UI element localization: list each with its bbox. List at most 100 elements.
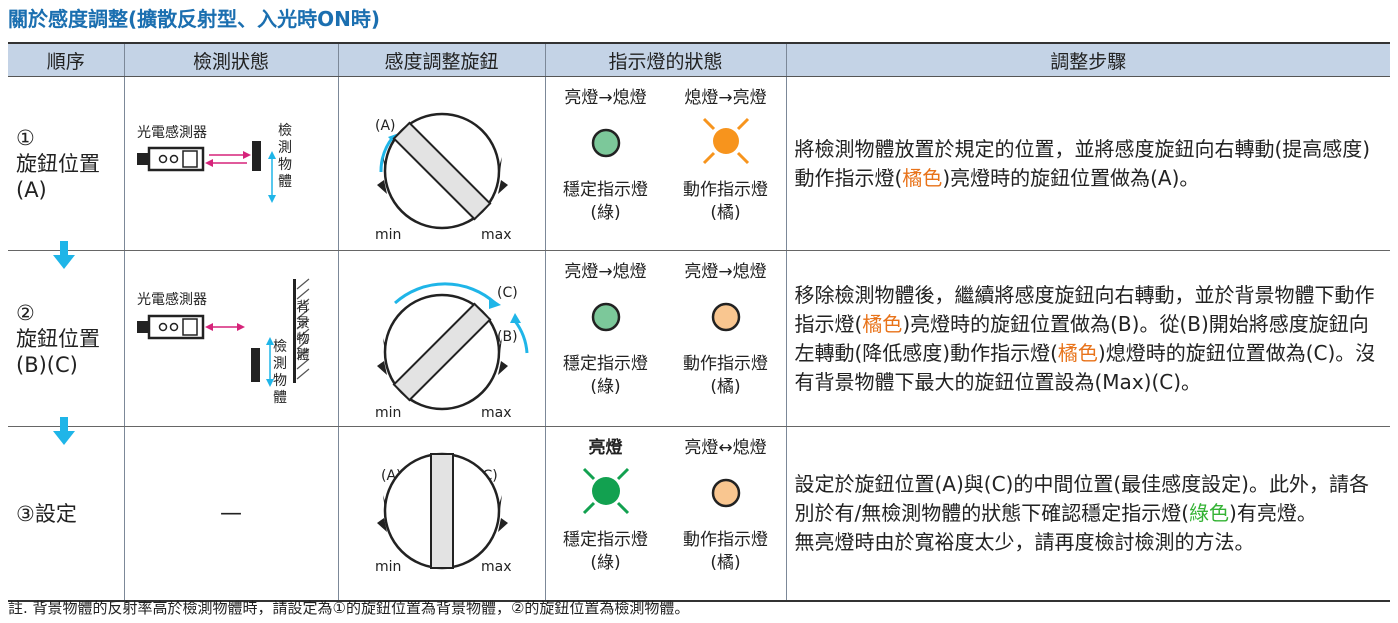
knob-cell: (A) (C) min max bbox=[338, 426, 546, 602]
table-row: ② 旋鈕位置 (B)(C) 光電感測器 檢 測 物 體 背 景 物 體 (C) … bbox=[8, 250, 1390, 445]
header-steps: 調整步驟 bbox=[786, 42, 1390, 77]
action-label: 動作指示燈 bbox=[683, 180, 768, 200]
action-label: 動作指示燈 bbox=[683, 354, 768, 374]
action-indicator: 亮燈↔熄燈 動作指示燈 (橘) bbox=[666, 429, 786, 598]
background-label-char: 背 bbox=[296, 300, 309, 315]
stable-color: (綠) bbox=[590, 553, 621, 573]
stable-transition: 亮燈→熄燈 bbox=[564, 262, 647, 282]
header-knob: 感度調整旋鈕 bbox=[338, 42, 546, 77]
knob-max: max bbox=[481, 227, 512, 243]
stable-color: (綠) bbox=[590, 203, 621, 223]
order-sub: (B)(C) bbox=[16, 352, 78, 377]
sensitivity-knob-a: (A) min max bbox=[375, 112, 512, 243]
footnote: 註. 背景物體的反射率高於檢測物體時，請設定為①的旋鈕位置為背景物體，②的旋鈕位… bbox=[8, 599, 690, 617]
order-label: 旋鈕位置 bbox=[16, 326, 100, 351]
knob-min: min bbox=[375, 405, 401, 421]
object-label-char: 測 bbox=[273, 356, 287, 372]
action-label: 動作指示燈 bbox=[683, 530, 768, 550]
knob-label-a: (A) bbox=[375, 118, 396, 134]
stable-label: 穩定指示燈 bbox=[563, 180, 648, 200]
step-number: ② bbox=[16, 300, 35, 325]
header-detection-state: 檢測狀態 bbox=[124, 42, 339, 77]
action-color: (橘) bbox=[710, 377, 741, 397]
stable-lamp-lit-icon bbox=[582, 467, 629, 515]
detection-state-cell: 光電感測器 檢 測 物 體 bbox=[124, 250, 339, 427]
steps-cell: 將檢測物體放置於規定的位置，並將感度旋鈕向右轉動(提高感度)動作指示燈(橘色)亮… bbox=[786, 76, 1390, 251]
indicator-cell: 亮燈 穩定指示燈 (綠) 亮燈↔熄燈 動作指示燈 (橘) bbox=[545, 426, 787, 602]
down-arrow-icon bbox=[53, 241, 75, 269]
stable-indicator: 亮燈→熄燈 穩定指示燈 (綠) bbox=[546, 79, 666, 248]
steps-text: )亮燈時的旋鈕位置做為(A)。 bbox=[942, 165, 1200, 190]
background-label-char: 體 bbox=[296, 348, 309, 363]
table-row: ① 旋鈕位置 (A) 光電感測器 檢 測 物 體 (A) min max 亮燈→… bbox=[8, 76, 1390, 269]
action-color: (橘) bbox=[710, 553, 741, 573]
object-label-char: 體 bbox=[278, 174, 292, 190]
stable-indicator: 亮燈→熄燈 穩定指示燈 (綠) bbox=[546, 253, 666, 424]
order-label: 旋鈕位置 bbox=[16, 151, 100, 176]
step-number: ① bbox=[16, 125, 35, 150]
stable-lamp-icon bbox=[591, 302, 620, 332]
sensitivity-knob-bc: (C) (B) min max bbox=[375, 282, 528, 421]
object-label-char: 體 bbox=[273, 390, 287, 406]
steps-green: 綠色 bbox=[1189, 501, 1230, 525]
indicator-cell: 亮燈→熄燈 穩定指示燈 (綠) 亮燈→熄燈 動作指示燈 (橘) bbox=[545, 250, 787, 427]
steps-orange: 橘色 bbox=[1057, 340, 1098, 365]
knob-label-b: (B) bbox=[497, 329, 518, 345]
stable-label: 穩定指示燈 bbox=[563, 530, 648, 550]
knob-cell: (C) (B) min max bbox=[338, 250, 546, 427]
order-cell: ② 旋鈕位置 (B)(C) bbox=[8, 250, 125, 445]
action-color: (橘) bbox=[710, 203, 741, 223]
knob-min: min bbox=[375, 227, 401, 243]
object-label-char: 檢 bbox=[278, 122, 292, 139]
table-header-row: 順序 檢測狀態 感度調整旋鈕 指示燈的狀態 調整步驟 bbox=[8, 42, 1390, 77]
step-number: ③ bbox=[16, 501, 35, 526]
sensitivity-knob-set: (A) (C) min max bbox=[375, 452, 512, 575]
knob-min: min bbox=[375, 559, 401, 575]
sensor-diagram: 光電感測器 檢 測 物 體 bbox=[136, 278, 309, 406]
order-cell: ① 旋鈕位置 (A) bbox=[8, 76, 125, 269]
header-order: 順序 bbox=[8, 42, 125, 77]
stable-lamp-icon bbox=[591, 128, 620, 158]
background-label-char: 物 bbox=[296, 332, 309, 347]
steps-cell: 移除檢測物體後，繼續將感度旋鈕向右轉動，並於背景物體下動作指示燈(橘色)亮燈時的… bbox=[786, 250, 1390, 427]
down-arrow-icon bbox=[53, 417, 75, 445]
dash: — bbox=[220, 501, 242, 526]
knob-max: max bbox=[481, 405, 512, 421]
knob-cell: (A) min max bbox=[338, 76, 546, 251]
object-label-char: 物 bbox=[278, 157, 292, 173]
action-lamp-lit-icon bbox=[702, 117, 749, 165]
order-label: 設定 bbox=[34, 501, 77, 526]
indicator-cell: 亮燈→熄燈 穩定指示燈 (綠) 熄燈→亮燈 動作指示燈 (橘) bbox=[545, 76, 787, 251]
object-label-char: 物 bbox=[273, 373, 287, 389]
table-row: ③設定 — (A) (C) min max bbox=[8, 426, 1390, 602]
order-cell: ③設定 bbox=[8, 426, 125, 602]
knob-label-c: (C) bbox=[497, 285, 518, 301]
sensor-label: 光電感測器 bbox=[137, 291, 207, 308]
order-sub: (A) bbox=[16, 177, 47, 202]
knob-max: max bbox=[481, 559, 512, 575]
stable-transition: 亮燈 bbox=[588, 438, 623, 458]
stable-indicator: 亮燈 穩定指示燈 (綠) bbox=[546, 429, 666, 598]
stable-color: (綠) bbox=[590, 377, 621, 397]
object-label-char: 檢 bbox=[273, 338, 287, 355]
detection-state-cell: — bbox=[124, 426, 339, 602]
action-lamp-icon bbox=[711, 478, 740, 508]
steps-orange: 橘色 bbox=[902, 165, 943, 190]
action-transition: 亮燈→熄燈 bbox=[684, 262, 767, 282]
action-indicator: 亮燈→熄燈 動作指示燈 (橘) bbox=[666, 253, 786, 424]
sensor-label: 光電感測器 bbox=[137, 124, 207, 141]
background-label-char: 景 bbox=[296, 316, 309, 331]
steps-text: )有亮燈。 bbox=[1229, 501, 1317, 525]
stable-label: 穩定指示燈 bbox=[563, 354, 648, 374]
stable-transition: 亮燈→熄燈 bbox=[564, 88, 647, 108]
sensor-diagram: 光電感測器 檢 測 物 體 bbox=[136, 122, 292, 203]
object-label-char: 測 bbox=[278, 140, 292, 156]
header-indicator: 指示燈的狀態 bbox=[545, 42, 787, 77]
action-transition: 熄燈→亮燈 bbox=[684, 88, 767, 108]
page-title: 關於感度調整(擴散反射型、入光時ON時) bbox=[8, 7, 381, 31]
steps-cell: 設定於旋鈕位置(A)與(C)的中間位置(最佳感度設定)。此外，請各別於有/無檢測… bbox=[786, 426, 1390, 602]
detection-state-cell: 光電感測器 檢 測 物 體 bbox=[124, 76, 339, 251]
action-transition: 亮燈↔熄燈 bbox=[684, 438, 767, 458]
action-lamp-icon bbox=[711, 302, 740, 332]
steps-orange: 橘色 bbox=[862, 311, 903, 336]
